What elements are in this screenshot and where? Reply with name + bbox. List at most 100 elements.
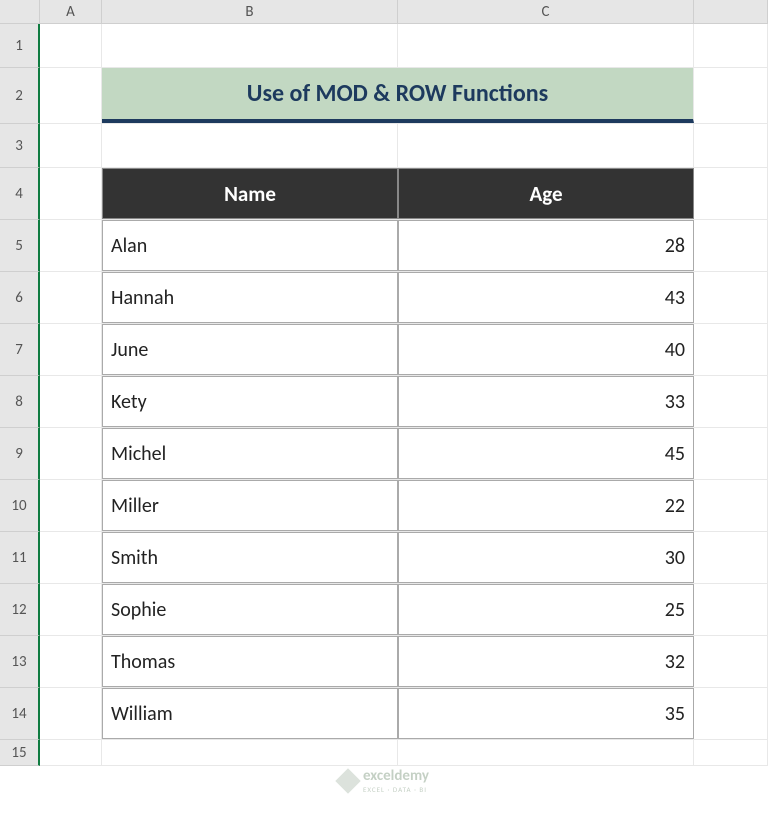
cell-A10[interactable]	[40, 480, 102, 531]
cell-age[interactable]: 35	[398, 688, 694, 739]
col-header-A[interactable]: A	[40, 0, 102, 23]
row-header-14[interactable]: 14	[0, 688, 40, 740]
table-row: Thomas 32	[40, 636, 768, 688]
cell-A1[interactable]	[40, 24, 102, 67]
cell-age[interactable]: 43	[398, 272, 694, 323]
cell-name[interactable]: Smith	[102, 532, 398, 583]
column-headers: A B C	[0, 0, 768, 24]
spreadsheet-grid: A B C 1 2 3 4 5 6 7 8 9 10 11 12 13 14 1…	[0, 0, 768, 824]
row-header-12[interactable]: 12	[0, 584, 40, 636]
cell-name[interactable]: Thomas	[102, 636, 398, 687]
row-header-7[interactable]: 7	[0, 324, 40, 376]
watermark-sub: EXCEL · DATA · BI	[363, 785, 429, 794]
cell-A11[interactable]	[40, 532, 102, 583]
table-row: Michel 45	[40, 428, 768, 480]
watermark-icon	[335, 768, 360, 793]
cell-A8[interactable]	[40, 376, 102, 427]
table-row: Hannah 43	[40, 272, 768, 324]
table-row: June 40	[40, 324, 768, 376]
row-3	[40, 124, 768, 168]
table-row: William 35	[40, 688, 768, 740]
cell-D10[interactable]	[694, 480, 768, 531]
watermark-text: exceldemy EXCEL · DATA · BI	[363, 767, 429, 794]
cell-A6[interactable]	[40, 272, 102, 323]
table-row: Alan 28	[40, 220, 768, 272]
cell-name[interactable]: Miller	[102, 480, 398, 531]
cell-A14[interactable]	[40, 688, 102, 739]
cell-C15[interactable]	[398, 740, 694, 765]
cell-A5[interactable]	[40, 220, 102, 271]
row-header-15[interactable]: 15	[0, 740, 40, 766]
cell-A2[interactable]	[40, 68, 102, 123]
row-header-10[interactable]: 10	[0, 480, 40, 532]
cell-A9[interactable]	[40, 428, 102, 479]
cell-D11[interactable]	[694, 532, 768, 583]
row-header-6[interactable]: 6	[0, 272, 40, 324]
cell-A3[interactable]	[40, 124, 102, 167]
cell-D13[interactable]	[694, 636, 768, 687]
select-all-corner[interactable]	[0, 0, 40, 23]
cell-name[interactable]: William	[102, 688, 398, 739]
cell-B15[interactable]	[102, 740, 398, 765]
cell-age[interactable]: 40	[398, 324, 694, 375]
cell-A4[interactable]	[40, 168, 102, 219]
row-header-13[interactable]: 13	[0, 636, 40, 688]
row-header-5[interactable]: 5	[0, 220, 40, 272]
row-4: Name Age	[40, 168, 768, 220]
cell-D5[interactable]	[694, 220, 768, 271]
row-header-3[interactable]: 3	[0, 124, 40, 168]
row-header-4[interactable]: 4	[0, 168, 40, 220]
cell-D8[interactable]	[694, 376, 768, 427]
cell-age[interactable]: 30	[398, 532, 694, 583]
cell-D3[interactable]	[694, 124, 768, 167]
table-row: Smith 30	[40, 532, 768, 584]
cell-B3[interactable]	[102, 124, 398, 167]
cell-D2[interactable]	[694, 68, 768, 123]
row-15	[40, 740, 768, 766]
cell-D4[interactable]	[694, 168, 768, 219]
cell-name[interactable]: June	[102, 324, 398, 375]
row-1	[40, 24, 768, 68]
title-cell[interactable]: Use of MOD & ROW Functions	[102, 68, 694, 123]
cell-D14[interactable]	[694, 688, 768, 739]
cell-name[interactable]: Hannah	[102, 272, 398, 323]
cell-B1[interactable]	[102, 24, 398, 67]
header-name[interactable]: Name	[102, 168, 398, 219]
cell-A13[interactable]	[40, 636, 102, 687]
cell-name[interactable]: Sophie	[102, 584, 398, 635]
cell-name[interactable]: Kety	[102, 376, 398, 427]
cell-D7[interactable]	[694, 324, 768, 375]
cell-D15[interactable]	[694, 740, 768, 765]
cell-D1[interactable]	[694, 24, 768, 67]
cell-age[interactable]: 25	[398, 584, 694, 635]
cells-area: Use of MOD & ROW Functions Name Age Alan…	[40, 24, 768, 766]
col-header-D[interactable]	[694, 0, 768, 23]
cell-age[interactable]: 33	[398, 376, 694, 427]
cell-A12[interactable]	[40, 584, 102, 635]
col-header-B[interactable]: B	[102, 0, 398, 23]
row-header-9[interactable]: 9	[0, 428, 40, 480]
watermark: exceldemy EXCEL · DATA · BI	[339, 767, 429, 794]
table-row: Kety 33	[40, 376, 768, 428]
cell-age[interactable]: 32	[398, 636, 694, 687]
cell-C3[interactable]	[398, 124, 694, 167]
cell-name[interactable]: Michel	[102, 428, 398, 479]
cell-D9[interactable]	[694, 428, 768, 479]
cell-age[interactable]: 28	[398, 220, 694, 271]
cell-C1[interactable]	[398, 24, 694, 67]
cell-D6[interactable]	[694, 272, 768, 323]
cell-age[interactable]: 45	[398, 428, 694, 479]
cell-A15[interactable]	[40, 740, 102, 765]
cell-name[interactable]: Alan	[102, 220, 398, 271]
cell-age[interactable]: 22	[398, 480, 694, 531]
cell-A7[interactable]	[40, 324, 102, 375]
row-header-1[interactable]: 1	[0, 24, 40, 68]
row-header-2[interactable]: 2	[0, 68, 40, 124]
row-2: Use of MOD & ROW Functions	[40, 68, 768, 124]
row-header-8[interactable]: 8	[0, 376, 40, 428]
header-age[interactable]: Age	[398, 168, 694, 219]
col-header-C[interactable]: C	[398, 0, 694, 23]
cell-D12[interactable]	[694, 584, 768, 635]
table-row: Miller 22	[40, 480, 768, 532]
row-header-11[interactable]: 11	[0, 532, 40, 584]
